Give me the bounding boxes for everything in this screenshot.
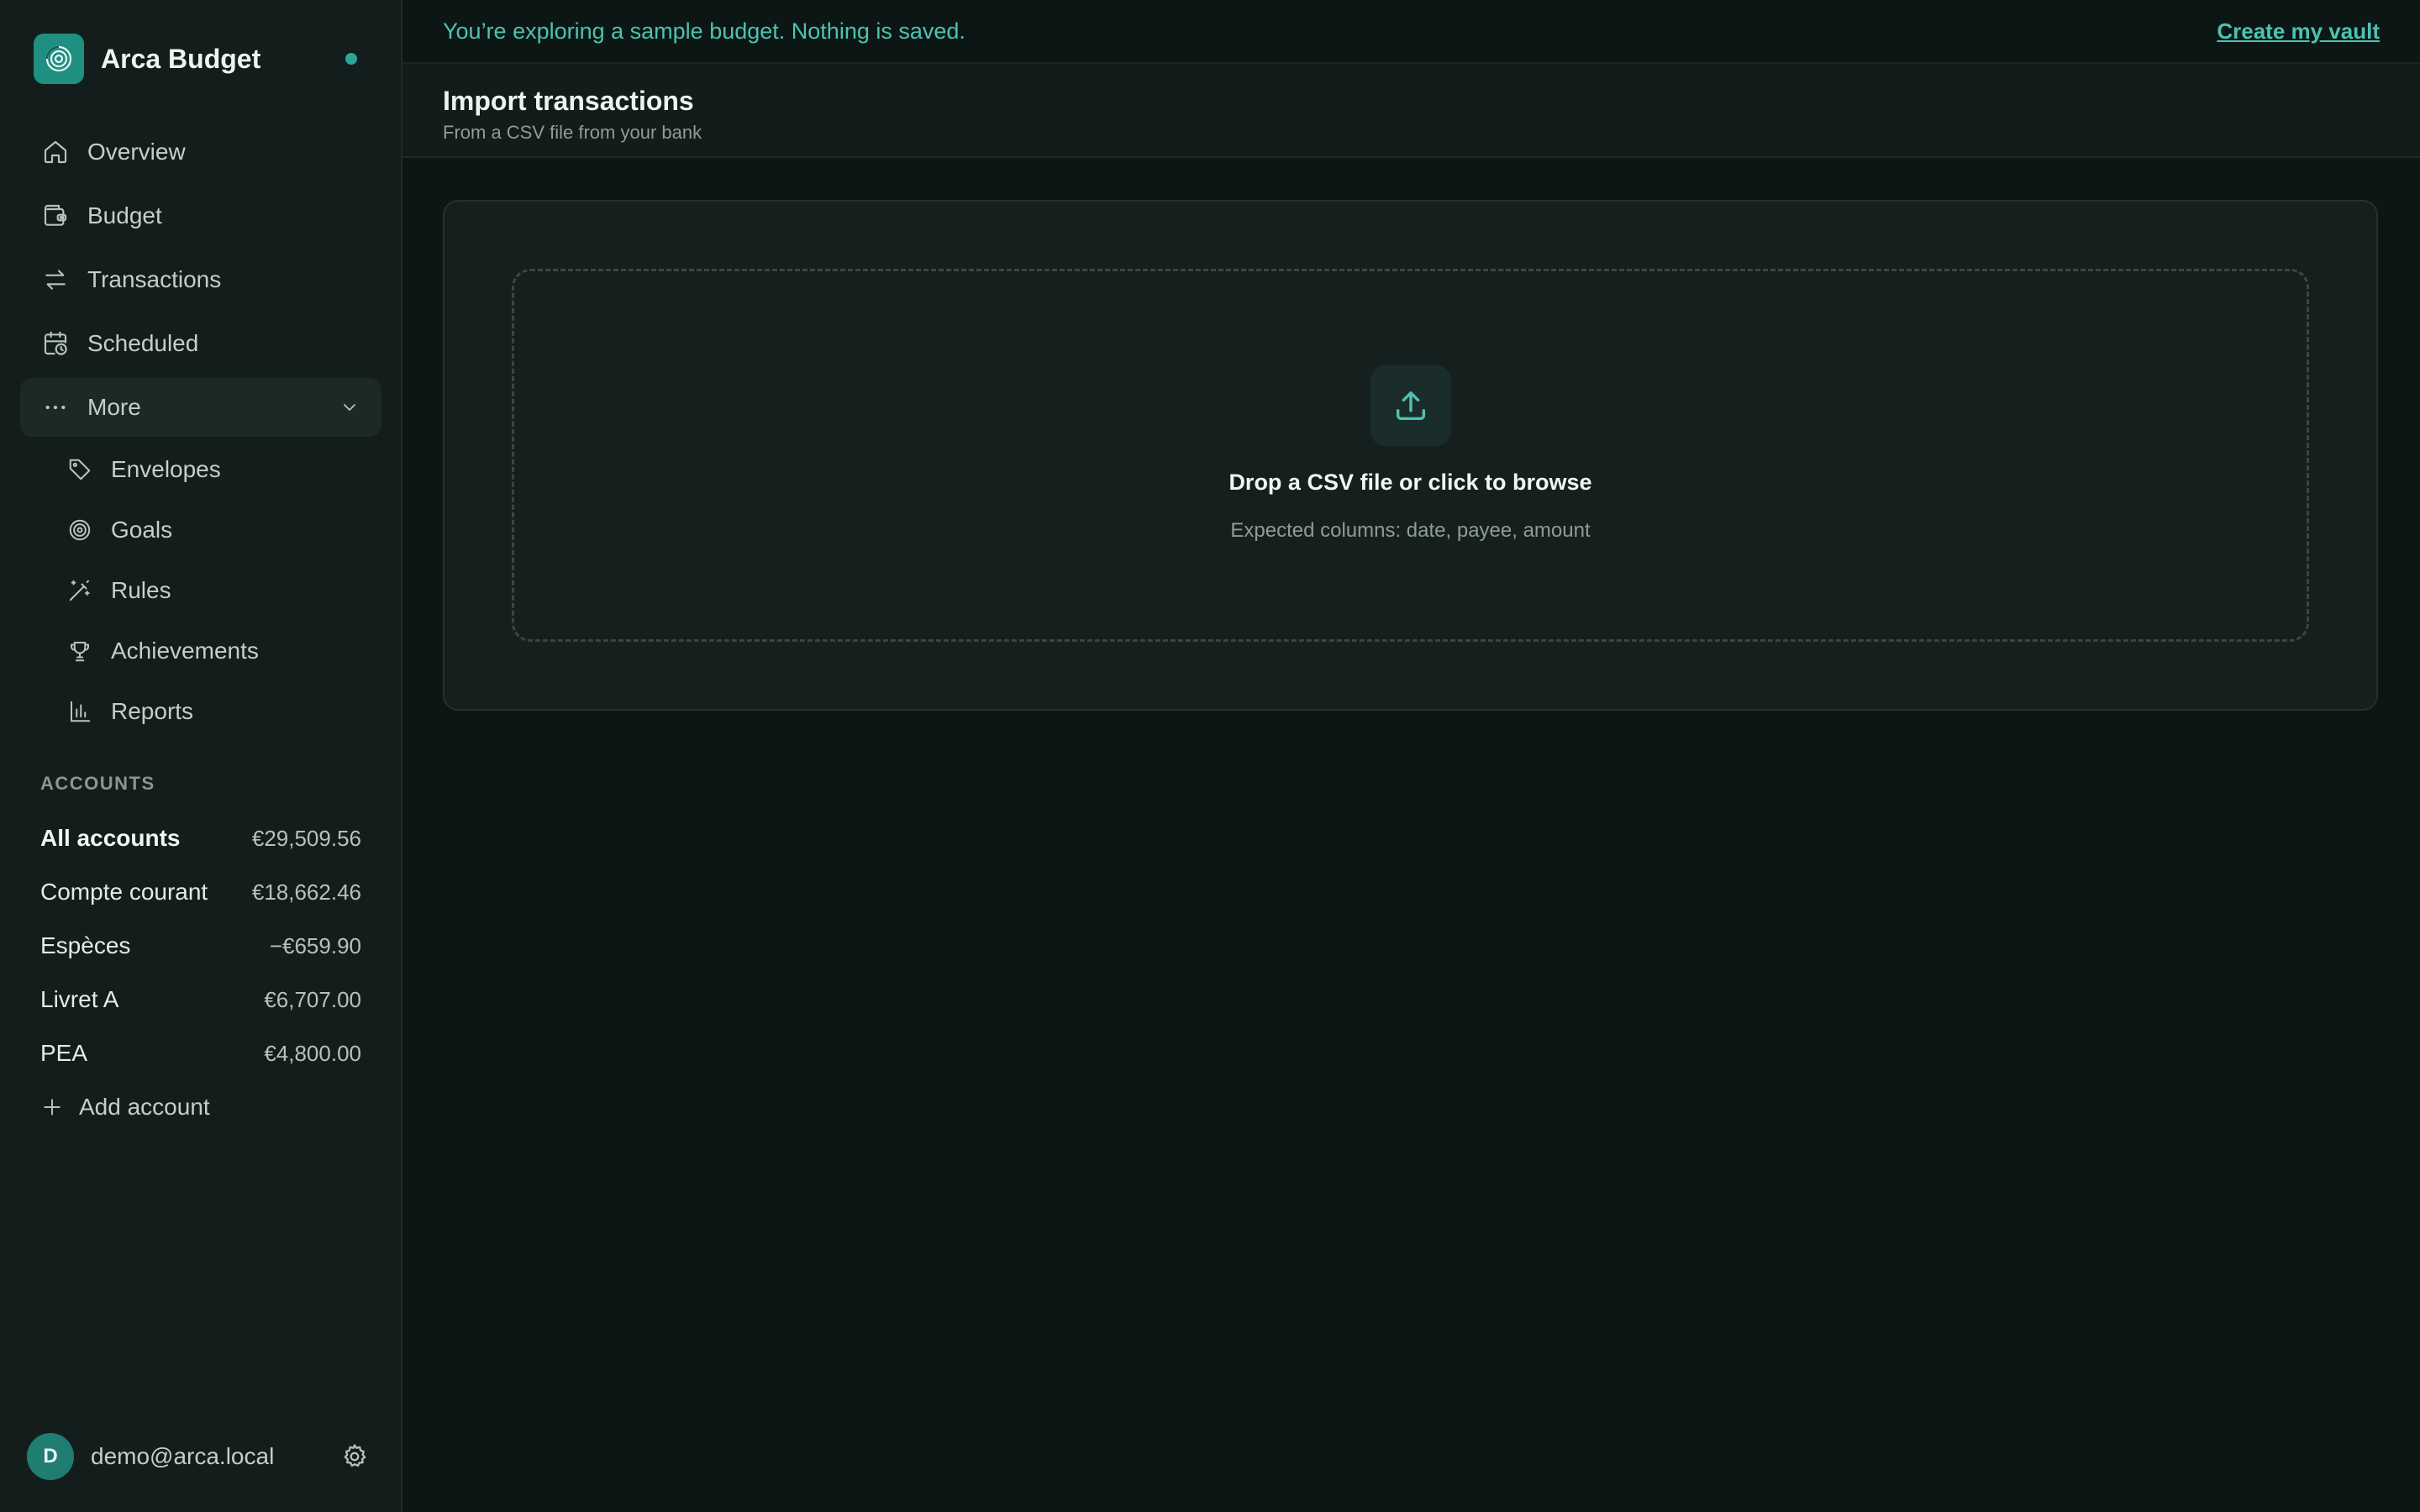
nav-label: Budget xyxy=(87,202,162,228)
user-menu: D demo@arca.local xyxy=(27,1433,371,1480)
account-name: Espèces xyxy=(40,932,131,958)
page-title: Import transactions xyxy=(443,86,694,116)
chevron-down-icon xyxy=(338,396,361,419)
nav-item-overview[interactable]: Overview xyxy=(20,123,381,181)
calendar-clock-icon xyxy=(40,328,71,359)
tag-icon xyxy=(66,455,94,484)
arrows-swap-icon xyxy=(40,265,71,295)
import-card: Drop a CSV file or click to browse Expec… xyxy=(443,200,2378,711)
accounts-list: All accounts €29,509.56 Compte courant €… xyxy=(40,811,361,1134)
account-name: All accounts xyxy=(40,825,181,851)
upload-icon xyxy=(1370,365,1451,446)
sidebar-item-envelopes[interactable]: Envelopes xyxy=(20,442,381,497)
wallet-icon xyxy=(40,201,71,231)
nav-item-transactions[interactable]: Transactions xyxy=(20,250,381,309)
account-name: Livret A xyxy=(40,986,119,1012)
dropzone-hint: Expected columns: date, payee, amount xyxy=(1230,519,1591,542)
nav-item-scheduled[interactable]: Scheduled xyxy=(20,314,381,373)
account-balance: €29,509.56 xyxy=(251,825,361,851)
sidebar-item-rules[interactable]: Rules xyxy=(20,563,381,618)
sub-label: Rules xyxy=(111,577,171,603)
logo-icon xyxy=(34,34,84,84)
nav-label: Overview xyxy=(87,139,186,165)
bar-chart-icon xyxy=(66,697,94,726)
dropzone-title: Drop a CSV file or click to browse xyxy=(1228,470,1592,495)
account-balance: €6,707.00 xyxy=(264,986,361,1012)
nav-label: More xyxy=(87,394,141,420)
main-nav: Overview Budget Transactions Scheduled M… xyxy=(20,123,381,744)
status-dot xyxy=(345,53,357,65)
add-account-label: Add account xyxy=(79,1094,210,1120)
sidebar: Arca Budget Overview Budget Transactions… xyxy=(0,0,402,1512)
account-balance: €18,662.46 xyxy=(251,879,361,905)
nav-item-more[interactable]: More xyxy=(20,378,381,437)
create-vault-link[interactable]: Create my vault xyxy=(2217,18,2380,45)
account-name: Compte courant xyxy=(40,879,208,905)
account-name: PEA xyxy=(40,1040,88,1066)
csv-dropzone[interactable]: Drop a CSV file or click to browse Expec… xyxy=(512,269,2309,642)
app-name: Arca Budget xyxy=(101,43,261,74)
trophy-icon xyxy=(66,637,94,665)
more-submenu: Envelopes Goals Rules Achievements Repor… xyxy=(20,442,381,739)
target-icon xyxy=(66,516,94,544)
dots-icon xyxy=(40,392,71,423)
main-content: You’re exploring a sample budget. Nothin… xyxy=(402,0,2420,1512)
account-balance: −€659.90 xyxy=(269,932,361,958)
sidebar-item-goals[interactable]: Goals xyxy=(20,502,381,558)
home-icon xyxy=(40,137,71,167)
account-row[interactable]: Livret A €6,707.00 xyxy=(40,973,361,1026)
sub-label: Goals xyxy=(111,517,173,543)
sample-banner: You’re exploring a sample budget. Nothin… xyxy=(402,0,2420,64)
user-email: demo@arca.local xyxy=(91,1443,275,1469)
account-row-all[interactable]: All accounts €29,509.56 xyxy=(40,811,361,865)
brand[interactable]: Arca Budget xyxy=(34,34,364,84)
sidebar-item-achievements[interactable]: Achievements xyxy=(20,623,381,679)
page-subtitle: From a CSV file from your bank xyxy=(443,122,702,143)
sub-label: Achievements xyxy=(111,638,259,664)
sub-label: Envelopes xyxy=(111,456,221,482)
add-account-button[interactable]: Add account xyxy=(40,1080,361,1134)
plus-icon xyxy=(40,1095,64,1119)
app-root: Arca Budget Overview Budget Transactions… xyxy=(0,0,2420,1512)
avatar[interactable]: D xyxy=(27,1433,74,1480)
banner-text: You’re exploring a sample budget. Nothin… xyxy=(443,18,965,44)
nav-label: Scheduled xyxy=(87,330,199,356)
gear-icon[interactable] xyxy=(338,1440,371,1473)
accounts-heading: ACCOUNTS xyxy=(40,773,155,794)
nav-label: Transactions xyxy=(87,266,222,292)
sidebar-item-reports[interactable]: Reports xyxy=(20,684,381,739)
sub-label: Reports xyxy=(111,698,194,724)
account-row[interactable]: Espèces −€659.90 xyxy=(40,919,361,973)
account-row[interactable]: PEA €4,800.00 xyxy=(40,1026,361,1080)
account-row[interactable]: Compte courant €18,662.46 xyxy=(40,865,361,919)
account-balance: €4,800.00 xyxy=(264,1040,361,1066)
nav-item-budget[interactable]: Budget xyxy=(20,186,381,245)
page-header: Import transactions From a CSV file from… xyxy=(402,64,2420,158)
magic-wand-icon xyxy=(66,576,94,605)
